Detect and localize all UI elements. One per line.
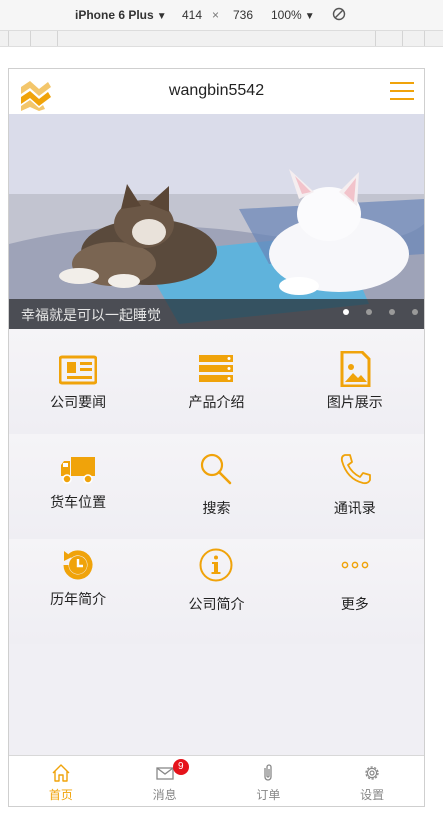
menu-button[interactable] bbox=[390, 82, 414, 102]
grid-item-products[interactable]: 产品介绍 bbox=[147, 329, 286, 434]
bottom-tab-bar: 首页 9 消息 订单 设置 bbox=[9, 755, 424, 806]
carousel-dot[interactable] bbox=[412, 309, 418, 315]
devtools-toolbar: iPhone 6 Plus ▼ 414 × 736 100% ▼ bbox=[0, 0, 443, 31]
grid-item-label: 更多 bbox=[340, 596, 369, 612]
grid-item-pictures[interactable]: 图片展示 bbox=[285, 329, 424, 434]
zoom-select[interactable]: 100% ▼ bbox=[271, 8, 315, 22]
rotate-icon[interactable] bbox=[332, 7, 346, 21]
caret-down-icon: ▼ bbox=[156, 11, 167, 22]
caret-down-icon: ▼ bbox=[304, 11, 315, 22]
feature-grid: 公司要闻 产品介绍 图片展示 货车位置 搜索 通讯录 历年简介 公司简介 更多 bbox=[9, 329, 424, 644]
grid-item-label: 图片展示 bbox=[326, 394, 383, 410]
device-select[interactable]: iPhone 6 Plus ▼ bbox=[75, 8, 167, 22]
banner-caption: 幸福就是可以一起睡觉 bbox=[21, 307, 161, 323]
newspaper-icon bbox=[59, 355, 98, 385]
viewport-width[interactable]: 414 bbox=[182, 8, 202, 22]
info-icon bbox=[199, 548, 233, 582]
server-list-icon bbox=[199, 355, 234, 382]
grid-item-company[interactable]: 公司简介 bbox=[147, 539, 286, 644]
message-badge: 9 bbox=[172, 759, 189, 775]
grid-item-search[interactable]: 搜索 bbox=[147, 434, 286, 539]
grid-item-label: 公司简介 bbox=[188, 596, 245, 612]
home-icon bbox=[52, 764, 70, 782]
tab-label: 首页 bbox=[48, 788, 73, 802]
more-icon bbox=[341, 561, 369, 569]
mail-icon bbox=[155, 767, 174, 780]
device-name: iPhone 6 Plus bbox=[75, 8, 154, 22]
carousel-dots bbox=[343, 309, 418, 315]
search-icon bbox=[201, 453, 232, 485]
grid-item-truck[interactable]: 货车位置 bbox=[9, 434, 148, 539]
grid-item-label: 历年简介 bbox=[50, 591, 107, 607]
truck-icon bbox=[61, 457, 96, 484]
tab-label: 设置 bbox=[360, 788, 385, 802]
banner-caption-bar: 幸福就是可以一起睡觉 bbox=[9, 299, 424, 329]
grid-item-label: 搜索 bbox=[202, 500, 231, 516]
carousel-dot[interactable] bbox=[389, 309, 395, 315]
grid-item-news[interactable]: 公司要闻 bbox=[9, 329, 148, 434]
grid-item-label: 公司要闻 bbox=[50, 394, 107, 410]
grid-item-history[interactable]: 历年简介 bbox=[9, 539, 148, 644]
banner-carousel[interactable]: 幸福就是可以一起睡觉 bbox=[9, 114, 424, 329]
device-ruler bbox=[0, 31, 443, 47]
gear-icon bbox=[365, 766, 379, 780]
tab-label: 订单 bbox=[256, 788, 281, 802]
banner-image bbox=[9, 114, 424, 329]
grid-item-contacts[interactable]: 通讯录 bbox=[285, 434, 424, 539]
tab-home[interactable]: 首页 bbox=[9, 756, 113, 806]
viewport-height[interactable]: 736 bbox=[233, 8, 253, 22]
carousel-dot[interactable] bbox=[343, 309, 349, 315]
history-icon bbox=[63, 550, 93, 580]
zoom-value: 100% bbox=[271, 8, 302, 22]
paperclip-icon bbox=[264, 764, 273, 781]
top-bar: wangbin5542 bbox=[9, 69, 424, 114]
tab-orders[interactable]: 订单 bbox=[217, 756, 321, 806]
grid-item-label: 货车位置 bbox=[50, 494, 107, 510]
phone-icon bbox=[340, 454, 371, 485]
phone-viewport: wangbin5542 幸福就是可以一起睡觉 公司要闻 产品介绍 图片展示 货车… bbox=[8, 68, 425, 807]
tab-settings[interactable]: 设置 bbox=[320, 756, 424, 806]
times-separator: × bbox=[212, 8, 220, 22]
grid-item-label: 通讯录 bbox=[333, 500, 376, 516]
grid-item-label: 产品介绍 bbox=[188, 394, 245, 410]
tab-messages[interactable]: 9 消息 bbox=[113, 756, 217, 806]
image-file-icon bbox=[340, 351, 371, 387]
page-title: wangbin5542 bbox=[168, 82, 265, 99]
carousel-dot[interactable] bbox=[366, 309, 372, 315]
grid-item-more[interactable]: 更多 bbox=[285, 539, 424, 644]
tab-label: 消息 bbox=[152, 788, 177, 802]
